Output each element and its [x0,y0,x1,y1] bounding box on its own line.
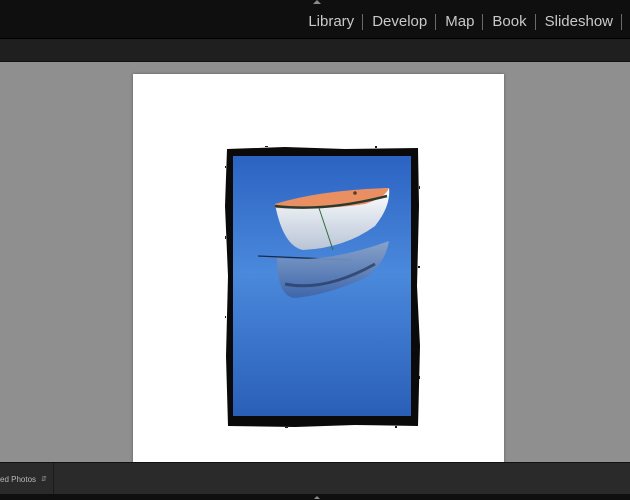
top-panel-toggle-icon[interactable] [313,0,321,4]
module-slideshow[interactable]: Slideshow [536,12,621,32]
boat-cleat [353,191,357,195]
module-book[interactable]: Book [483,12,534,32]
bottom-panel-toggle-icon[interactable] [314,496,320,499]
secondary-toolbar [0,39,630,62]
source-selector[interactable]: ed Photos ⇵ [0,463,54,495]
photo-cell[interactable] [225,146,420,428]
module-separator [621,14,622,30]
module-picker-bar: Library Develop Map Book Slideshow [0,0,630,39]
source-label: ed Photos [0,474,37,484]
module-map[interactable]: Map [436,12,482,32]
module-library[interactable]: Library [299,12,362,32]
module-list: Library Develop Map Book Slideshow [299,12,630,32]
boat-photo [225,146,420,428]
bottom-toolbar: ed Photos ⇵ [0,462,630,495]
print-page [133,74,504,462]
up-down-chevron-icon: ⇵ [41,476,47,483]
work-area [0,62,630,462]
module-develop[interactable]: Develop [363,12,435,32]
